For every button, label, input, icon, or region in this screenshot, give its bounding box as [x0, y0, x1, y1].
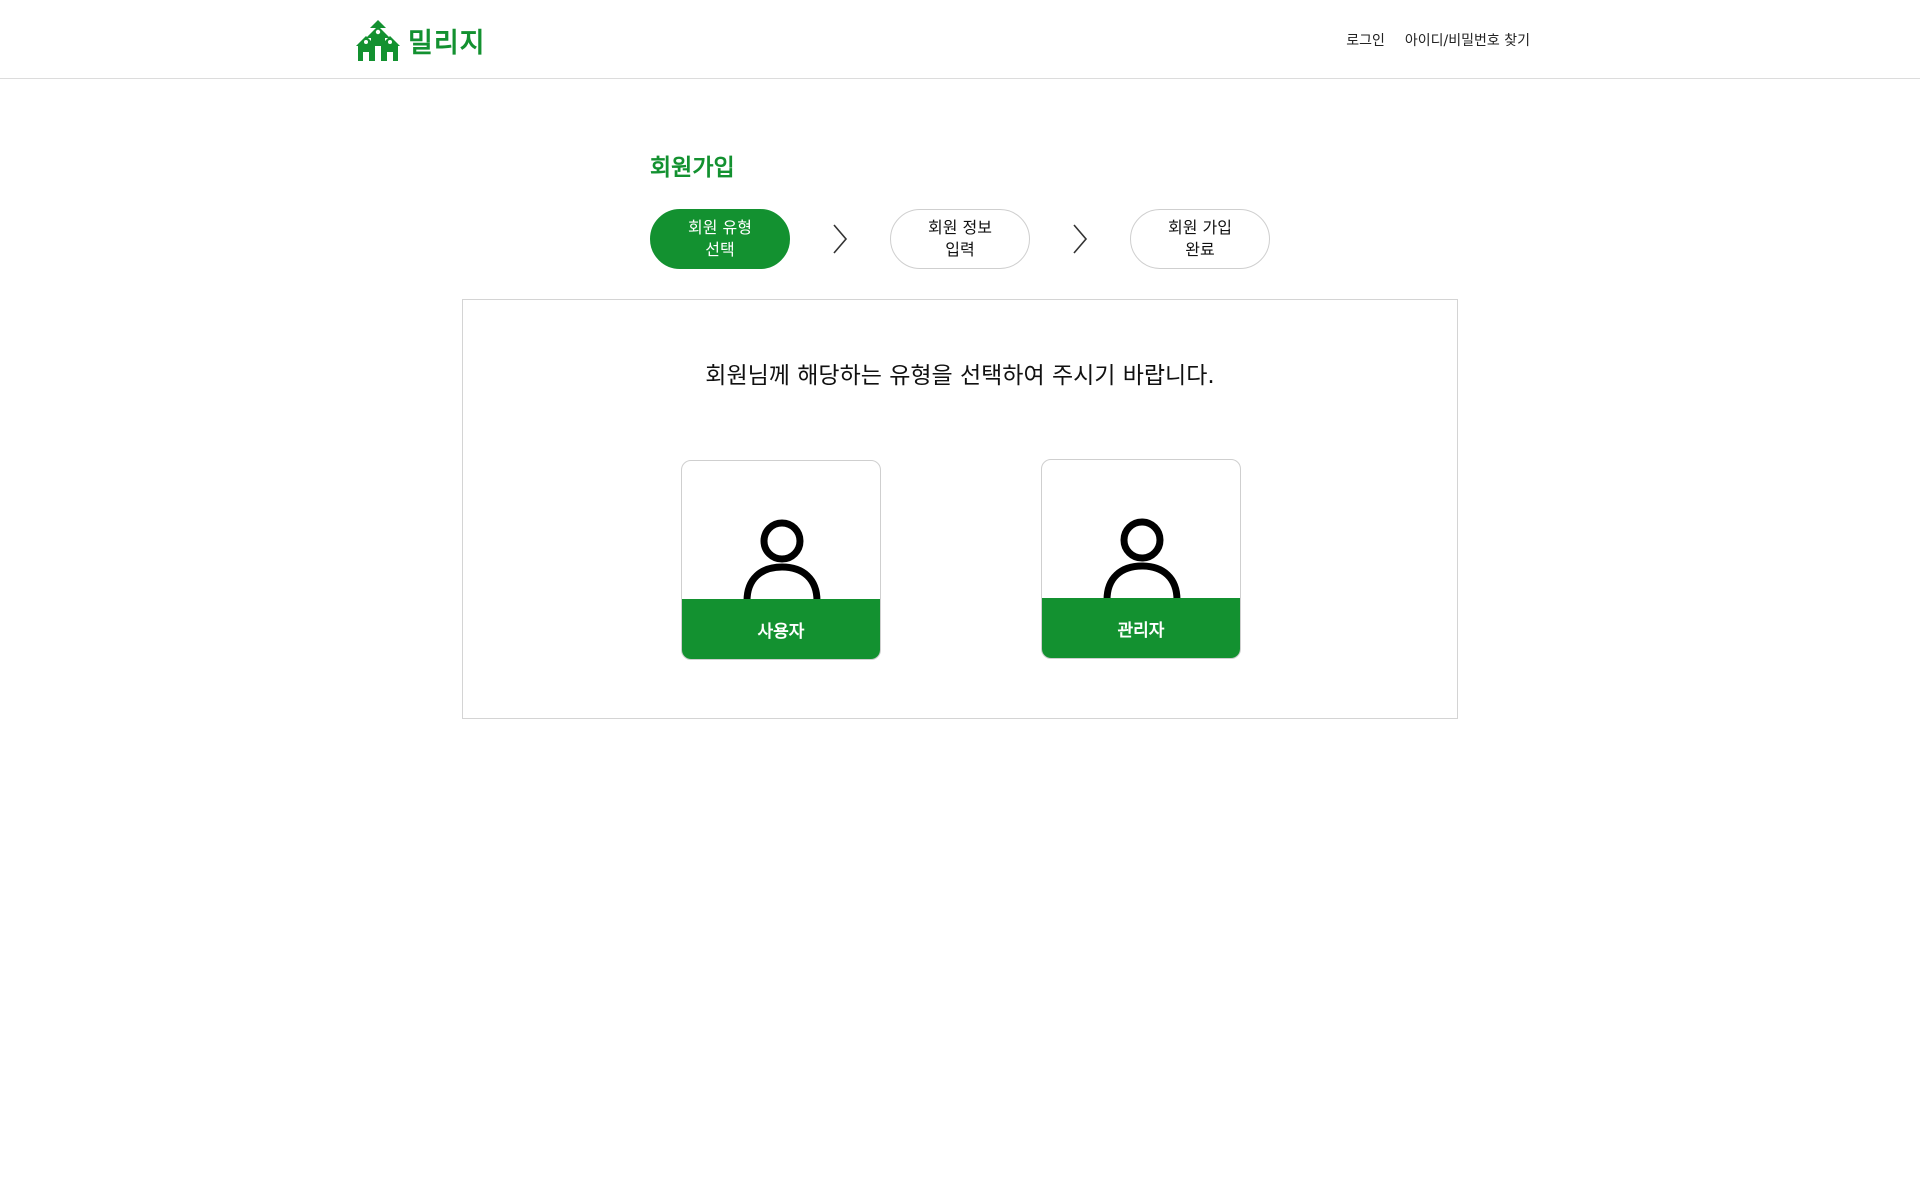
find-account-link[interactable]: 아이디/비밀번호 찾기 [1405, 30, 1530, 50]
instruction-text: 회원님께 해당하는 유형을 선택하여 주시기 바랍니다. [705, 363, 1215, 389]
step-complete: 회원 가입 완료 [1130, 209, 1270, 269]
member-type-panel: 회원님께 해당하는 유형을 선택하여 주시기 바랍니다. 사용자 관리자 [462, 299, 1458, 719]
step-label-line2: 입력 [945, 240, 975, 259]
login-link[interactable]: 로그인 [1346, 30, 1385, 50]
brand-name: 밀리지 [408, 27, 486, 59]
step-label-line1: 회원 가입 [1168, 218, 1232, 237]
person-icon [743, 519, 821, 601]
step-label-line1: 회원 유형 [688, 218, 752, 237]
user-type-button[interactable]: 사용자 [681, 460, 881, 660]
chevron-right-icon [1073, 224, 1088, 254]
site-header: 밀리지 로그인 아이디/비밀번호 찾기 [0, 0, 1920, 79]
step-enter-info: 회원 정보 입력 [890, 209, 1030, 269]
brand-logo[interactable]: 밀리지 [356, 17, 486, 63]
admin-type-label: 관리자 [1042, 598, 1240, 658]
step-label-line1: 회원 정보 [928, 218, 992, 237]
step-select-type: 회원 유형 선택 [650, 209, 790, 269]
person-icon [1103, 518, 1181, 600]
step-label-line2: 완료 [1185, 240, 1215, 259]
chevron-right-icon [833, 224, 848, 254]
user-type-label: 사용자 [682, 599, 880, 659]
step-label-line2: 선택 [705, 240, 735, 259]
top-nav: 로그인 아이디/비밀번호 찾기 [1330, 30, 1530, 50]
page-title: 회원가입 [650, 155, 735, 181]
house-icon [356, 20, 400, 61]
admin-type-button[interactable]: 관리자 [1041, 459, 1241, 659]
